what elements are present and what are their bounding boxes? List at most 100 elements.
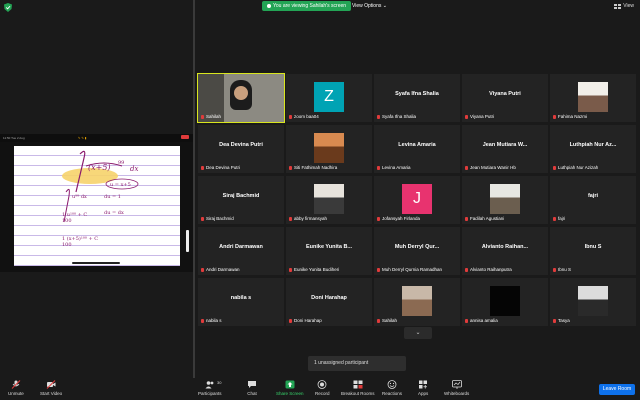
shield-icon[interactable] <box>4 3 12 12</box>
reactions-button[interactable]: Reactions <box>382 380 402 396</box>
participant-name-label: Luthpiah Nur Azizah <box>553 165 598 170</box>
participant-tile[interactable]: Siraj Bachmid Siraj Bachmid <box>198 176 284 224</box>
participant-tile[interactable]: Andri Darmawan Andri Darmawan <box>198 227 284 275</box>
participant-tile[interactable]: Ibnu S Ibnu S <box>550 227 636 275</box>
view-options-button[interactable]: View Options ⌄ <box>352 1 387 11</box>
share-screen-button[interactable]: Share Screen <box>276 380 304 396</box>
participant-name: Jean Mutiara Wanir Hb <box>470 165 516 170</box>
participant-name: nabila s <box>206 318 222 323</box>
participant-tile[interactable]: Fahima Nazmi <box>550 74 636 122</box>
participant-tile[interactable]: Sahilah <box>374 278 460 326</box>
unmute-label: Unmute <box>8 391 24 396</box>
participant-tile[interactable]: Syafa Ifna Shalia Syafa Ifna Shalia <box>374 74 460 122</box>
participant-tile[interactable]: Doni Harahap Doni Harahap <box>286 278 372 326</box>
participant-tile[interactable]: Sahilah <box>197 73 285 123</box>
participant-name-label: Dea Devina Putri <box>201 165 240 170</box>
apps-button[interactable]: Apps <box>418 380 428 396</box>
mic-muted-icon <box>465 114 468 119</box>
participant-name: Viyana Putri <box>470 114 495 119</box>
home-indicator <box>72 262 120 264</box>
participant-name-label: Eunike Yunita Budiheri <box>289 267 339 272</box>
participant-display-name: fajri <box>587 193 599 199</box>
reactions-label: Reactions <box>382 391 403 396</box>
participant-name: Sahilah <box>382 318 398 323</box>
participant-tile[interactable]: abby firmansyah <box>286 176 372 224</box>
participant-tile[interactable]: Dea Devina Putri Dea Devina Putri <box>198 125 284 173</box>
leave-room-button[interactable]: Leave Room <box>599 384 635 395</box>
pen-tools-icon: ✎ ✎ ▮ <box>78 136 87 140</box>
participant-name-label: Alvianto Raihanputra <box>465 267 512 272</box>
participant-name-label: Fadilah Agustiani <box>465 216 504 221</box>
participant-display-name: Eunike Yunita B... <box>305 244 353 250</box>
profile-photo <box>402 286 432 316</box>
participant-display-name: Doni Harahap <box>311 295 347 301</box>
breakout-rooms-button[interactable]: Breakout Rooms <box>341 380 375 396</box>
participant-tile[interactable]: annisa amalia <box>462 278 548 326</box>
participant-name-label: Sahilah <box>201 114 221 119</box>
participant-name: Alvianto Raihanputra <box>470 267 512 272</box>
participant-tile[interactable]: Viyana Putri Viyana Putri <box>462 74 548 122</box>
participant-name-label: Viyana Putri <box>465 114 494 119</box>
mic-muted-icon <box>465 267 468 272</box>
participant-name-label: zoom baa04 <box>289 114 319 119</box>
svg-text:(x+5): (x+5) <box>88 163 111 172</box>
participant-name-label: Tasya <box>553 318 570 323</box>
view-button[interactable]: View <box>614 2 634 11</box>
participant-name: Siti Fathimah Nadhira <box>294 165 338 170</box>
participant-tile[interactable]: Eunike Yunita B... Eunike Yunita Budiheri <box>286 227 372 275</box>
participant-tile[interactable]: Siti Fathimah Nadhira <box>286 125 372 173</box>
mic-muted-icon <box>377 114 380 119</box>
participant-tile[interactable]: Luthpiah Nur Az... Luthpiah Nur Azizah <box>550 125 636 173</box>
participant-tile[interactable]: Fadilah Agustiani <box>462 176 548 224</box>
panel-divider[interactable] <box>193 0 195 378</box>
svg-text:du = dx: du = dx <box>104 210 124 216</box>
mic-muted-icon <box>289 114 292 119</box>
mic-muted-icon <box>553 165 556 170</box>
participant-tile[interactable]: fajri fajri <box>550 176 636 224</box>
apps-label: Apps <box>418 391 429 396</box>
participants-label: Participants <box>198 391 222 396</box>
mic-muted-icon <box>11 380 21 389</box>
shared-screen[interactable]: 11:50 Tue 2 Aug ✎ ✎ ▮ (x+5) 99 dx u = x+… <box>0 134 193 272</box>
view-label: View <box>623 3 634 9</box>
participant-name: Fadilah Agustiani <box>470 216 505 221</box>
participant-tile[interactable]: Levina Amaria Levina Amaria <box>374 125 460 173</box>
scroll-handle[interactable] <box>186 230 189 252</box>
breakout-rooms-label: Breakout Rooms <box>341 391 375 396</box>
participant-tile[interactable]: nabila s nabila s <box>198 278 284 326</box>
whiteboards-label: Whiteboards <box>444 391 470 396</box>
participants-count: 30 <box>217 380 222 385</box>
mic-muted-icon <box>553 114 556 119</box>
svg-text:u = x+5: u = x+5 <box>110 182 131 188</box>
participant-name-label: Jean Mutiara Wanir Hb <box>465 165 516 170</box>
participant-display-name: Syafa Ifna Shalia <box>395 91 439 97</box>
svg-text:100: 100 <box>62 218 72 224</box>
participant-tile[interactable]: Tasya <box>550 278 636 326</box>
participant-name: annisa amalia <box>470 318 498 323</box>
mic-muted-icon <box>289 318 292 323</box>
recording-indicator-icon <box>181 135 189 139</box>
participant-name: Sahilah <box>206 114 222 119</box>
mic-muted-icon <box>465 318 468 323</box>
svg-text:99: 99 <box>118 160 124 166</box>
participant-tile[interactable]: J Jofansyah Firlanda <box>374 176 460 224</box>
participant-display-name: Jean Mutiara W... <box>482 142 528 148</box>
shared-status-text: 11:50 Tue 2 Aug <box>3 136 25 140</box>
unmute-button[interactable]: Unmute <box>8 380 24 396</box>
participant-display-name: Andri Darmawan <box>219 244 263 250</box>
participant-tile[interactable]: Alvianto Raihan... Alvianto Raihanputra <box>462 227 548 275</box>
svg-text:u⁹⁹ dx: u⁹⁹ dx <box>72 194 87 200</box>
profile-photo <box>578 286 608 316</box>
whiteboards-button[interactable]: Whiteboards <box>444 380 469 396</box>
unassigned-participant-notice[interactable]: 1 unassigned participant <box>308 356 406 371</box>
mic-muted-icon <box>289 267 292 272</box>
share-screen-icon <box>285 380 295 389</box>
person-face <box>234 86 248 100</box>
start-video-button[interactable]: Start Video <box>40 380 62 396</box>
record-button[interactable]: Record <box>315 380 330 396</box>
gallery-next-page-button[interactable]: ⌄ <box>404 327 432 339</box>
participant-tile[interactable]: Zzoom baa04 <box>286 74 372 122</box>
participant-tile[interactable]: Jean Mutiara W... Jean Mutiara Wanir Hb <box>462 125 548 173</box>
participant-tile[interactable]: Muh Derryl Qur... Muh Derryl Qurnia Ramad… <box>374 227 460 275</box>
chat-button[interactable]: Chat <box>247 380 257 396</box>
